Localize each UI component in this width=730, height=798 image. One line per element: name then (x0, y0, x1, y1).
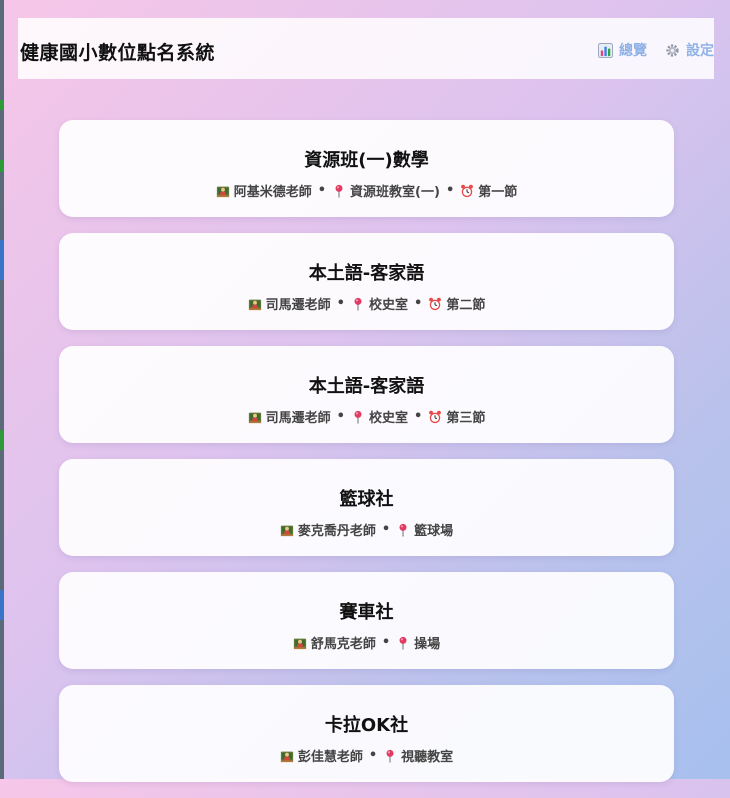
teacher-icon (280, 748, 294, 763)
course-meta: 彭佳慧老師 • 視聽教室 (59, 746, 674, 765)
course-card[interactable]: 本土語-客家語司馬遷老師 • 校史室 • 第二節 (59, 233, 674, 330)
settings-label: 設定 (686, 43, 714, 59)
course-card[interactable]: 卡拉OK社彭佳慧老師 • 視聽教室 (59, 685, 674, 782)
window-edge (0, 0, 4, 779)
alarm-clock-icon (428, 296, 442, 311)
teacher-name: 麥克喬丹老師 (297, 524, 376, 539)
separator-dot: • (381, 635, 391, 650)
course-name: 本土語-客家語 (308, 263, 425, 284)
course-meta: 司馬遷老師 • 校史室 • 第三節 (59, 407, 674, 426)
separator-dot: • (336, 296, 345, 311)
location-name: 籃球場 (414, 524, 454, 539)
separator-dot: • (414, 296, 423, 311)
overview-label: 總覽 (619, 43, 647, 59)
teacher-name: 阿基米德老師 (233, 185, 312, 200)
location-name: 操場 (414, 637, 441, 652)
course-name: 卡拉OK社 (324, 715, 409, 736)
pin-icon (396, 635, 410, 650)
gear-icon (666, 43, 679, 57)
teacher-name: 司馬遷老師 (265, 411, 331, 426)
separator-dot: • (414, 409, 423, 424)
teacher-icon (248, 296, 262, 311)
course-name: 本土語-客家語 (308, 376, 425, 397)
top-bar: 健康國小數位點名系統 總覽 設定 (18, 18, 714, 79)
overview-link[interactable]: 總覽 (598, 40, 647, 60)
alarm-clock-icon (428, 409, 442, 424)
teacher-icon (293, 635, 307, 650)
course-meta: 司馬遷老師 • 校史室 • 第二節 (59, 294, 674, 313)
pin-icon (383, 748, 397, 763)
course-meta: 阿基米德老師 • 資源班教室(一) • 第一節 (59, 181, 674, 200)
alarm-clock-icon (460, 183, 474, 198)
course-meta: 麥克喬丹老師 • 籃球場 (59, 520, 674, 539)
app-title: 健康國小數位點名系統 (20, 42, 216, 64)
top-nav: 總覽 設定 (598, 40, 714, 60)
location-name: 校史室 (368, 411, 408, 426)
pin-icon (351, 296, 365, 311)
teacher-icon (280, 522, 294, 537)
course-card[interactable]: 資源班(一)數學阿基米德老師 • 資源班教室(一) • 第一節 (59, 120, 674, 217)
location-name: 校史室 (368, 298, 408, 313)
course-meta: 舒馬克老師 • 操場 (59, 633, 674, 652)
settings-link[interactable]: 設定 (665, 40, 714, 60)
course-card[interactable]: 籃球社麥克喬丹老師 • 籃球場 (59, 459, 674, 556)
teacher-icon (216, 183, 230, 198)
separator-dot: • (336, 409, 345, 424)
separator-dot: • (368, 748, 378, 763)
pin-icon (396, 522, 410, 537)
separator-dot: • (317, 183, 327, 198)
pin-icon (351, 409, 365, 424)
separator-dot: • (381, 522, 391, 537)
period-name: 第一節 (478, 185, 518, 200)
separator-dot: • (445, 183, 455, 198)
teacher-name: 彭佳慧老師 (297, 750, 363, 765)
course-name: 資源班(一)數學 (304, 150, 429, 171)
course-card[interactable]: 本土語-客家語司馬遷老師 • 校史室 • 第三節 (59, 346, 674, 443)
course-list: 資源班(一)數學 阿基米德老師 • 資源班教室(一) • 第一節 本土語-客家語 司馬遷老師 •… (59, 120, 674, 798)
location-name: 視聽教室 (401, 750, 454, 765)
location-name: 資源班教室(一) (350, 185, 440, 200)
course-name: 籃球社 (339, 489, 394, 510)
period-name: 第三節 (446, 411, 486, 426)
teacher-name: 舒馬克老師 (310, 637, 376, 652)
period-name: 第二節 (446, 298, 486, 313)
teacher-name: 司馬遷老師 (265, 298, 331, 313)
course-card[interactable]: 賽車社舒馬克老師 • 操場 (59, 572, 674, 669)
pin-icon (332, 183, 346, 198)
teacher-icon (248, 409, 262, 424)
bar-chart-icon (598, 42, 613, 58)
course-name: 賽車社 (339, 602, 394, 623)
